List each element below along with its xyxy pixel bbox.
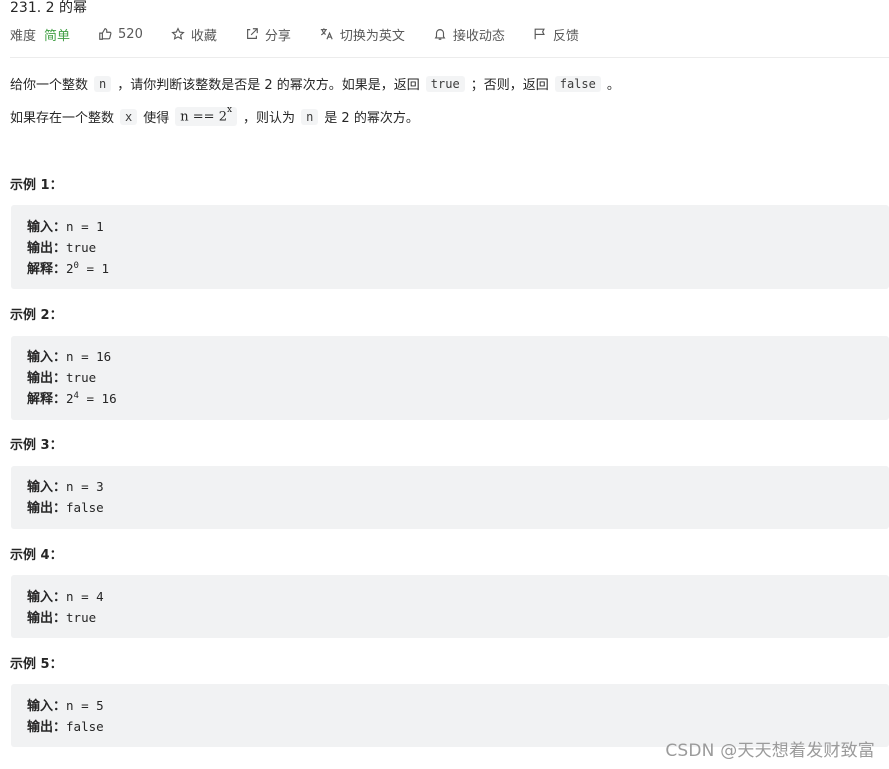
inline-code: false: [554, 75, 601, 92]
follow-button[interactable]: 接收动态: [433, 25, 505, 44]
example-output: 输出： true: [27, 370, 97, 386]
example-output: 输出： false: [27, 719, 104, 735]
switch-language-label: 切换为英文: [339, 28, 405, 44]
example-input: 输入： n = 5: [27, 698, 104, 714]
example-input: 输入： n = 3: [27, 479, 104, 495]
example-output: 输出： false: [27, 500, 104, 516]
difficulty-label: 难度: [10, 28, 37, 44]
example-input: 输入： n = 1: [27, 219, 104, 235]
difficulty-badge: 简单: [44, 28, 71, 44]
math-expression: n == 2x: [175, 105, 238, 126]
csdn-watermark: CSDN @天天想着发财致富: [665, 741, 875, 761]
inline-code: n: [94, 75, 112, 92]
favorite-label: 收藏: [190, 28, 217, 44]
example-explanation: 解释： 20 = 1: [27, 260, 110, 277]
bell-icon: [434, 29, 446, 40]
example-output: 输出： true: [27, 240, 97, 256]
feedback-label: 反馈: [552, 28, 579, 44]
example-input: 输入： n = 16: [27, 349, 112, 365]
like-count: 520: [118, 26, 143, 42]
share-icon: [246, 28, 258, 39]
example-3-block: 输入： n = 3 输出： false: [11, 466, 889, 529]
feedback-icon: [534, 28, 545, 40]
example-2-block: 输入： n = 16 输出： true 解释： 24 = 16: [11, 336, 889, 420]
problem-meta-bar: 难度 简单 520 收藏 分享 切换为英文 接收动态 反馈: [10, 25, 607, 44]
like-button[interactable]: 520: [98, 27, 143, 42]
inline-code: x: [120, 108, 138, 125]
star-icon: [171, 27, 185, 40]
inline-code: n: [301, 108, 319, 125]
thumbs-up-icon: [99, 28, 112, 40]
example-4-title: 示例 4：: [10, 548, 63, 563]
switch-language-button[interactable]: 切换为英文: [319, 25, 405, 44]
example-output: 输出： true: [27, 610, 97, 626]
share-label: 分享: [264, 28, 291, 44]
header-divider: [10, 57, 889, 58]
example-3-title: 示例 3：: [10, 438, 63, 453]
example-4-block: 输入： n = 4 输出： true: [11, 575, 889, 638]
example-2-title: 示例 2：: [10, 308, 63, 323]
example-1-block: 输入： n = 1 输出： true 解释： 20 = 1: [11, 205, 889, 289]
problem-title: 231. 2 的幂: [10, 0, 87, 16]
inline-code: true: [425, 75, 465, 92]
translate-icon: [320, 28, 333, 40]
example-input: 输入： n = 4: [27, 589, 104, 605]
share-button[interactable]: 分享: [245, 25, 291, 44]
favorite-button[interactable]: 收藏: [171, 25, 217, 44]
feedback-button[interactable]: 反馈: [533, 25, 579, 44]
follow-label: 接收动态: [452, 28, 505, 44]
example-1-title: 示例 1：: [10, 178, 63, 193]
description-paragraph-1: 给你一个整数 n ，请你判断该整数是否是 2 的幂次方。如果是，返回 true …: [10, 75, 620, 93]
example-explanation: 解释： 24 = 16: [27, 390, 117, 407]
example-5-title: 示例 5：: [10, 657, 63, 672]
description-paragraph-2: 如果存在一个整数 x 使得 n == 2x ，则认为 n 是 2 的幂次方。: [10, 105, 419, 126]
